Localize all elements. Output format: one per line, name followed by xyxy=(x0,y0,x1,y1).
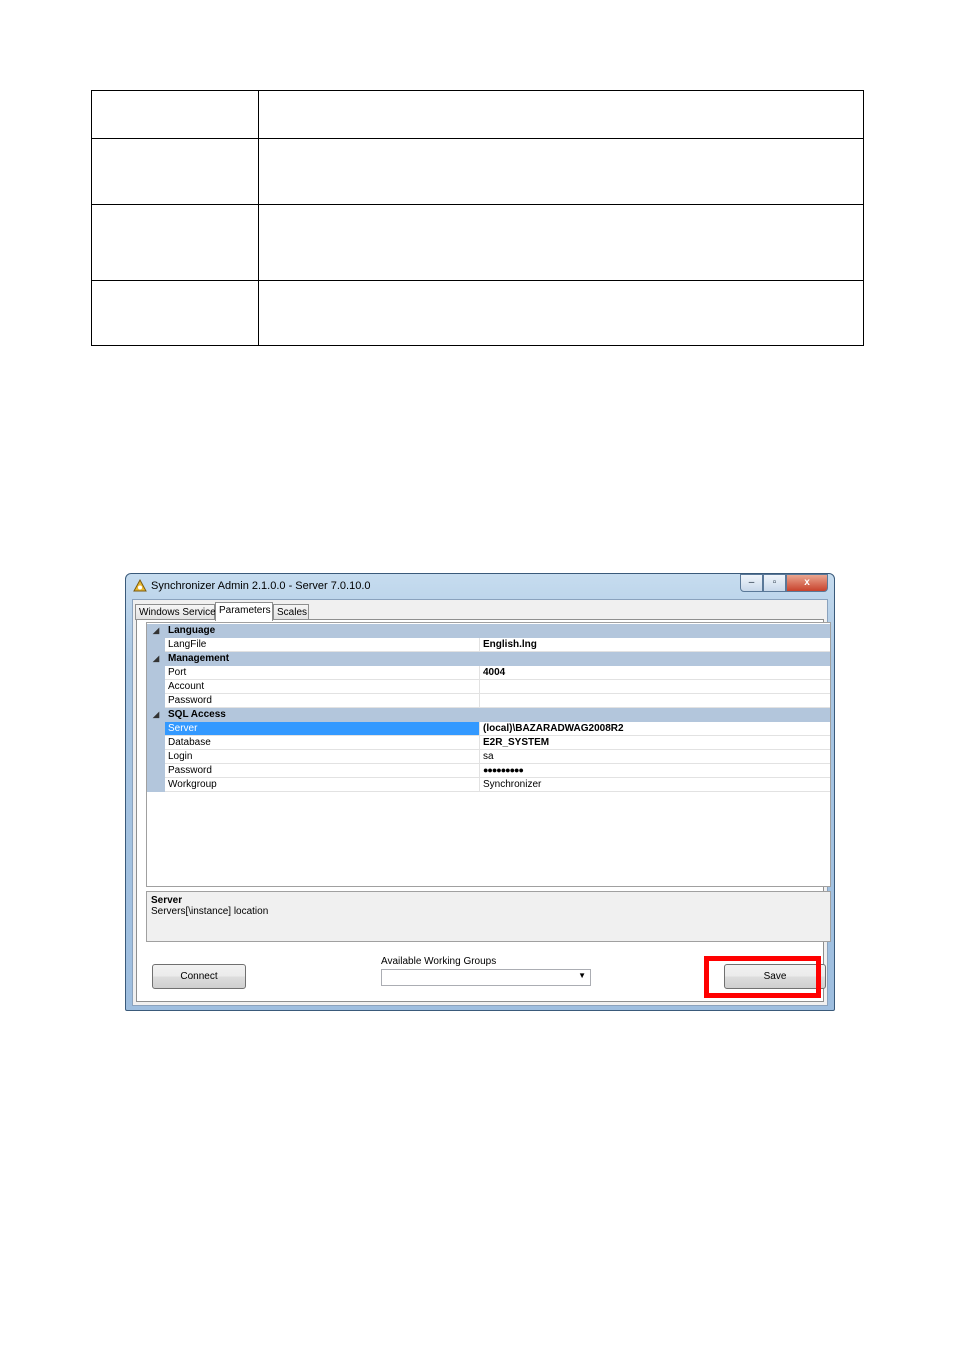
property-name: Password xyxy=(165,694,480,708)
category-language[interactable]: ◢ Language xyxy=(147,624,830,638)
property-name: Workgroup xyxy=(165,778,480,792)
app-icon xyxy=(133,579,147,592)
property-value[interactable]: E2R_SYSTEM xyxy=(480,736,830,750)
property-row-port[interactable]: Port 4004 xyxy=(147,666,830,680)
property-row-langfile[interactable]: LangFile English.lng xyxy=(147,638,830,652)
property-help-panel: Server Servers[\instance] location xyxy=(146,891,831,942)
category-management[interactable]: ◢ Management xyxy=(147,652,830,666)
table-cell xyxy=(258,138,864,205)
connect-button[interactable]: Connect xyxy=(152,964,246,989)
table-cell xyxy=(258,204,864,281)
tab-parameters[interactable]: Parameters xyxy=(215,602,273,621)
help-title: Server xyxy=(151,895,183,906)
minimize-button[interactable]: – xyxy=(740,574,763,592)
table-cell xyxy=(258,280,864,346)
property-value[interactable]: Synchronizer xyxy=(480,778,830,792)
property-grid[interactable]: ◢ Language LangFile English.lng ◢ Manage… xyxy=(146,622,831,887)
help-description: Servers[\instance] location xyxy=(151,906,269,917)
maximize-button[interactable]: ▫ xyxy=(763,574,786,592)
collapse-arrow-icon[interactable]: ◢ xyxy=(153,652,159,666)
close-button[interactable]: x xyxy=(786,574,828,592)
chevron-down-icon[interactable]: ▼ xyxy=(578,971,586,980)
property-row-workgroup[interactable]: Workgroup Synchronizer xyxy=(147,778,830,792)
document-table xyxy=(91,90,864,346)
tab-windows-service[interactable]: Windows Service xyxy=(135,604,216,620)
property-value[interactable] xyxy=(480,680,830,694)
working-groups-label: Available Working Groups xyxy=(381,956,497,967)
property-name: Account xyxy=(165,680,480,694)
parameters-tab-page: ◢ Language LangFile English.lng ◢ Manage… xyxy=(136,619,831,1002)
property-name: Password xyxy=(165,764,480,778)
property-name: Server xyxy=(165,722,480,736)
property-name: LangFile xyxy=(165,638,480,652)
table-row xyxy=(91,280,864,346)
table-row xyxy=(91,204,864,281)
window-title: Synchronizer Admin 2.1.0.0 - Server 7.0.… xyxy=(151,580,371,592)
property-row-database[interactable]: Database E2R_SYSTEM xyxy=(147,736,830,750)
table-cell xyxy=(91,90,259,139)
save-highlight-box xyxy=(704,956,821,998)
table-row xyxy=(91,90,864,139)
property-value[interactable]: sa xyxy=(480,750,830,764)
table-cell xyxy=(91,280,259,346)
property-name: Database xyxy=(165,736,480,750)
property-row-server[interactable]: Server (local)\BAZARADWAG2008R2 xyxy=(147,722,830,736)
collapse-arrow-icon[interactable]: ◢ xyxy=(153,708,159,722)
collapse-arrow-icon[interactable]: ◢ xyxy=(153,624,159,638)
window-client-area: Windows Service Parameters Scales ◢ Lang… xyxy=(132,599,831,1006)
table-row xyxy=(91,138,864,205)
property-row-account[interactable]: Account xyxy=(147,680,830,694)
tab-scales[interactable]: Scales xyxy=(273,604,309,620)
property-value[interactable]: 4004 xyxy=(480,666,830,680)
working-groups-select[interactable]: ▼ xyxy=(381,969,591,986)
property-value[interactable]: English.lng xyxy=(480,638,830,652)
property-row-login[interactable]: Login sa xyxy=(147,750,830,764)
property-row-management-password[interactable]: Password xyxy=(147,694,830,708)
title-bar[interactable]: Synchronizer Admin 2.1.0.0 - Server 7.0.… xyxy=(126,574,834,599)
property-name: Login xyxy=(165,750,480,764)
table-cell xyxy=(91,204,259,281)
property-name: Port xyxy=(165,666,480,680)
property-row-sql-password[interactable]: Password ●●●●●●●●● xyxy=(147,764,830,778)
synchronizer-admin-window: Synchronizer Admin 2.1.0.0 - Server 7.0.… xyxy=(125,573,835,1011)
property-value[interactable]: ●●●●●●●●● xyxy=(480,764,830,778)
property-value[interactable] xyxy=(480,694,830,708)
table-cell xyxy=(91,138,259,205)
category-sql-access[interactable]: ◢ SQL Access xyxy=(147,708,830,722)
table-cell xyxy=(258,90,864,139)
property-value[interactable]: (local)\BAZARADWAG2008R2 xyxy=(480,722,830,736)
